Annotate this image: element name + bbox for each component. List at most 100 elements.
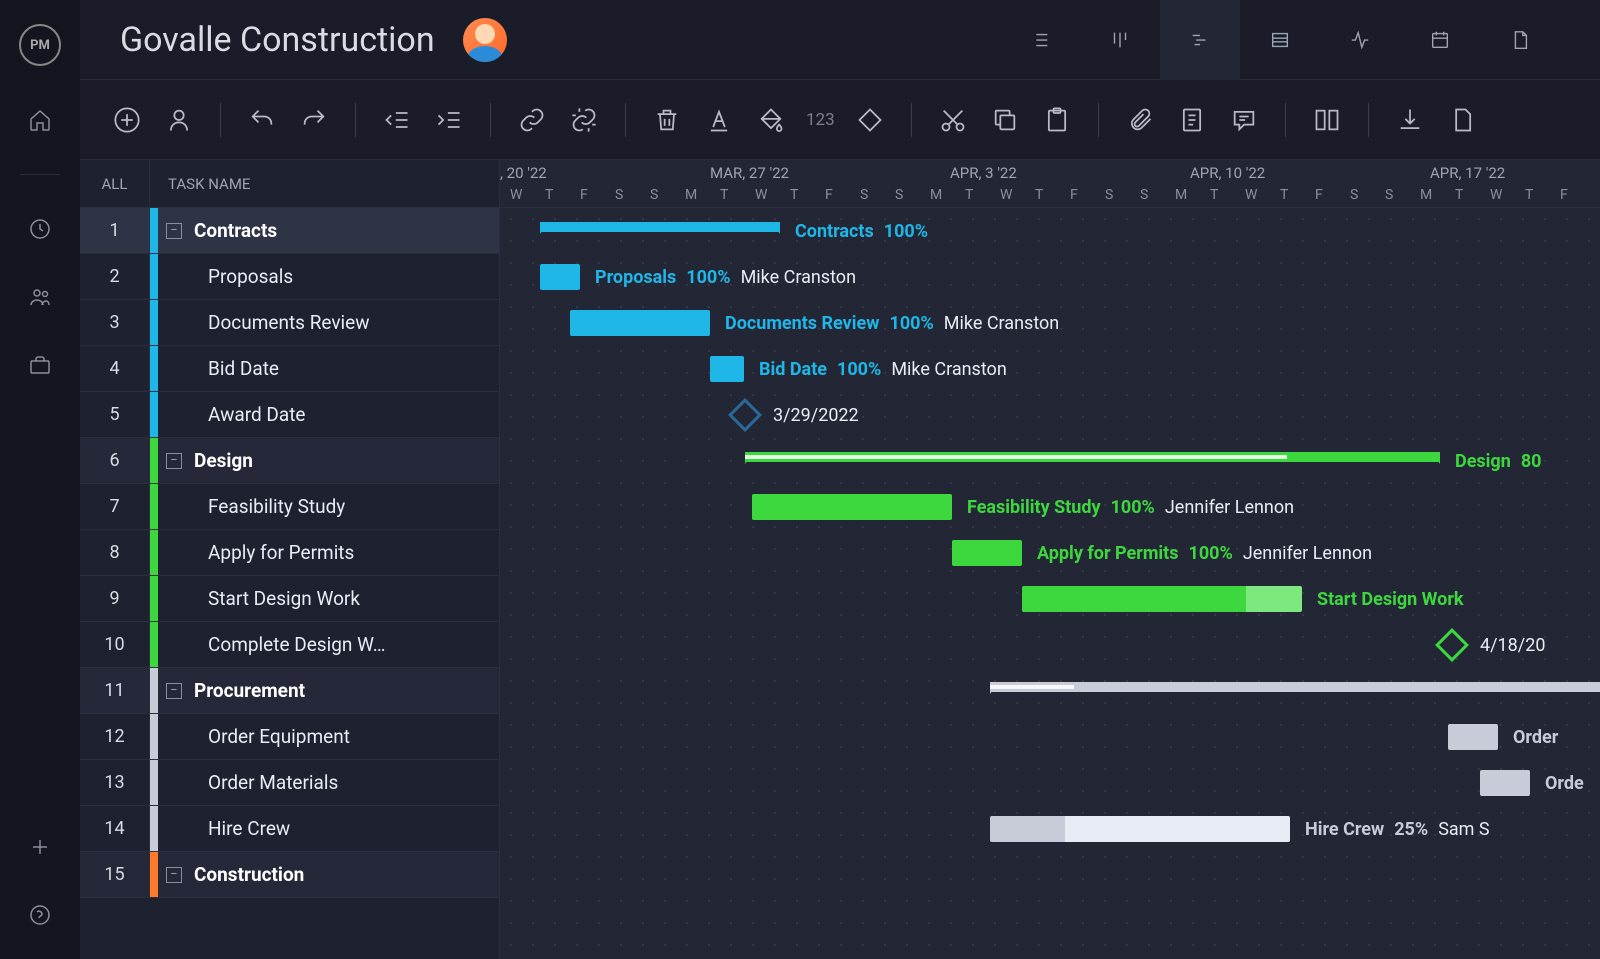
row-number: 11 bbox=[80, 668, 150, 713]
task-row[interactable]: 13Order Materials bbox=[80, 760, 499, 806]
day-label: T bbox=[1280, 187, 1288, 203]
undo-icon[interactable] bbox=[245, 103, 279, 137]
app-logo[interactable]: PM bbox=[19, 24, 61, 66]
task-row[interactable]: 3Documents Review bbox=[80, 300, 499, 346]
task-row[interactable]: 5Award Date bbox=[80, 392, 499, 438]
day-label: T bbox=[545, 187, 553, 203]
milestone-diamond[interactable] bbox=[1435, 628, 1469, 662]
gantt-bar[interactable] bbox=[990, 816, 1290, 842]
bar-label-name: Start Design Work bbox=[1317, 589, 1464, 610]
gantt-bar[interactable] bbox=[745, 452, 1440, 462]
column-all[interactable]: ALL bbox=[80, 160, 150, 207]
column-task-name[interactable]: TASK NAME bbox=[150, 175, 250, 193]
import-icon[interactable] bbox=[1393, 103, 1427, 137]
gantt-bar[interactable] bbox=[952, 540, 1022, 566]
gantt-bar[interactable] bbox=[990, 682, 1600, 692]
gantt-bar[interactable] bbox=[752, 494, 952, 520]
plus-icon[interactable] bbox=[26, 833, 54, 861]
task-row[interactable]: 1−Contracts bbox=[80, 208, 499, 254]
color-stripe bbox=[150, 484, 158, 529]
gantt-bar[interactable] bbox=[570, 310, 710, 336]
view-board-icon[interactable] bbox=[1080, 0, 1160, 80]
task-name: Design bbox=[182, 449, 499, 472]
people-icon[interactable] bbox=[26, 283, 54, 311]
color-stripe bbox=[150, 806, 158, 851]
task-row[interactable]: 14Hire Crew bbox=[80, 806, 499, 852]
help-icon[interactable] bbox=[26, 901, 54, 929]
view-gantt-icon[interactable] bbox=[1160, 0, 1240, 80]
task-row[interactable]: 6−Design bbox=[80, 438, 499, 484]
cut-icon[interactable] bbox=[936, 103, 970, 137]
row-number: 14 bbox=[80, 806, 150, 851]
collapse-icon[interactable]: − bbox=[166, 223, 182, 239]
paste-icon[interactable] bbox=[1040, 103, 1074, 137]
collapse-icon[interactable]: − bbox=[166, 867, 182, 883]
view-calendar-icon[interactable] bbox=[1400, 0, 1480, 80]
attachment-icon[interactable] bbox=[1123, 103, 1157, 137]
view-file-icon[interactable] bbox=[1480, 0, 1560, 80]
milestone-icon[interactable] bbox=[853, 103, 887, 137]
milestone-date: 4/18/20 bbox=[1480, 635, 1545, 656]
columns-icon[interactable] bbox=[1310, 103, 1344, 137]
briefcase-icon[interactable] bbox=[26, 351, 54, 379]
task-name: Procurement bbox=[182, 679, 499, 702]
gantt-bar[interactable] bbox=[1480, 770, 1530, 796]
day-label: F bbox=[1315, 187, 1323, 203]
view-list-icon[interactable] bbox=[1000, 0, 1080, 80]
redo-icon[interactable] bbox=[297, 103, 331, 137]
row-number: 3 bbox=[80, 300, 150, 345]
day-label: W bbox=[755, 187, 767, 203]
bar-label-assignee: Mike Cranston bbox=[891, 359, 1006, 380]
avatar[interactable] bbox=[463, 18, 507, 62]
copy-icon[interactable] bbox=[988, 103, 1022, 137]
task-row[interactable]: 10Complete Design W… bbox=[80, 622, 499, 668]
color-stripe bbox=[150, 530, 158, 575]
collapse-icon[interactable]: − bbox=[166, 683, 182, 699]
add-icon[interactable] bbox=[110, 103, 144, 137]
task-row[interactable]: 8Apply for Permits bbox=[80, 530, 499, 576]
assign-icon[interactable] bbox=[162, 103, 196, 137]
task-row[interactable]: 15−Construction bbox=[80, 852, 499, 898]
comment-icon[interactable] bbox=[1227, 103, 1261, 137]
bar-label-assignee: Mike Cranston bbox=[944, 313, 1059, 334]
row-number: 8 bbox=[80, 530, 150, 575]
text-color-icon[interactable] bbox=[702, 103, 736, 137]
home-icon[interactable] bbox=[26, 106, 54, 134]
task-row[interactable]: 7Feasibility Study bbox=[80, 484, 499, 530]
gantt-bar[interactable] bbox=[710, 356, 744, 382]
day-label: S bbox=[1105, 187, 1113, 203]
task-row[interactable]: 4Bid Date bbox=[80, 346, 499, 392]
view-activity-icon[interactable] bbox=[1320, 0, 1400, 80]
outdent-icon[interactable] bbox=[380, 103, 414, 137]
task-row[interactable]: 12Order Equipment bbox=[80, 714, 499, 760]
view-sheet-icon[interactable] bbox=[1240, 0, 1320, 80]
row-number: 1 bbox=[80, 208, 150, 253]
task-row[interactable]: 11−Procurement bbox=[80, 668, 499, 714]
task-row[interactable]: 2Proposals bbox=[80, 254, 499, 300]
gantt-chart[interactable]: , 20 '22MAR, 27 '22APR, 3 '22APR, 10 '22… bbox=[500, 160, 1600, 959]
gantt-bar[interactable] bbox=[540, 264, 580, 290]
export-icon[interactable] bbox=[1445, 103, 1479, 137]
task-name: Order Equipment bbox=[158, 725, 499, 748]
indent-icon[interactable] bbox=[432, 103, 466, 137]
delete-icon[interactable] bbox=[650, 103, 684, 137]
task-row[interactable]: 9Start Design Work bbox=[80, 576, 499, 622]
fill-icon[interactable] bbox=[754, 103, 788, 137]
row-number: 4 bbox=[80, 346, 150, 391]
collapse-icon[interactable]: − bbox=[166, 453, 182, 469]
clock-icon[interactable] bbox=[26, 215, 54, 243]
color-stripe bbox=[150, 254, 158, 299]
notes-icon[interactable] bbox=[1175, 103, 1209, 137]
milestone-diamond[interactable] bbox=[728, 398, 762, 432]
gantt-bar[interactable] bbox=[1448, 724, 1498, 750]
bar-label-pct: 25% bbox=[1394, 819, 1428, 840]
unlink-icon[interactable] bbox=[567, 103, 601, 137]
timeline-header: , 20 '22MAR, 27 '22APR, 3 '22APR, 10 '22… bbox=[500, 160, 1600, 208]
gantt-bar[interactable] bbox=[540, 222, 780, 232]
gantt-bar[interactable] bbox=[1022, 586, 1302, 612]
bar-label-name: Order bbox=[1513, 727, 1558, 748]
task-name: Feasibility Study bbox=[158, 495, 499, 518]
link-icon[interactable] bbox=[515, 103, 549, 137]
day-label: S bbox=[895, 187, 903, 203]
task-name: Start Design Work bbox=[158, 587, 499, 610]
